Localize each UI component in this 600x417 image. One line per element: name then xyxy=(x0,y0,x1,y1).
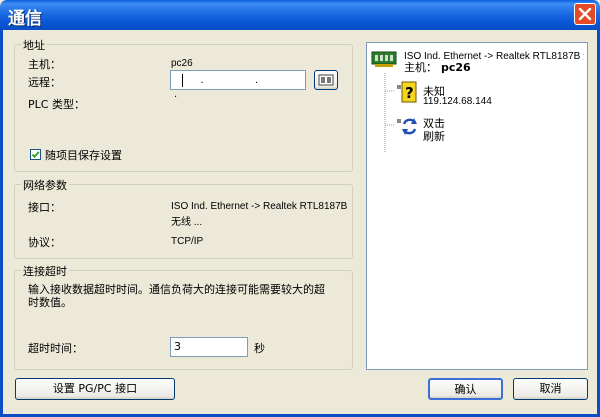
refresh-line2: 刷新 xyxy=(423,130,445,143)
unknown-ip: 119.124.68.144 xyxy=(423,96,492,107)
remote-label: 远程： xyxy=(28,76,61,89)
network-legend: 网络参数 xyxy=(21,177,69,193)
timeout-label: 超时时间： xyxy=(28,342,83,355)
browse-icon xyxy=(318,74,334,86)
timeout-description-line2: 时数值。 xyxy=(28,296,72,309)
close-button[interactable] xyxy=(574,3,596,25)
tree-host-name: pc26 xyxy=(441,61,471,74)
cancel-button[interactable]: 取消 xyxy=(513,378,588,400)
protocol-value: TCP/IP xyxy=(171,236,204,247)
window-title: 通信 xyxy=(8,9,42,29)
save-settings-checkbox[interactable] xyxy=(30,149,41,160)
refresh-icon xyxy=(397,118,417,135)
tree-item-refresh[interactable]: 双击 刷新 xyxy=(395,115,575,147)
remote-ip-field[interactable]: . . . xyxy=(170,70,306,100)
plc-type-label: PLC 类型： xyxy=(28,98,85,111)
timeout-description-line1: 输入接收数据超时时间。通信负荷大的连接可能需要较大的超 xyxy=(28,283,325,296)
interface-value-line1: ISO Ind. Ethernet -> Realtek RTL8187B xyxy=(171,201,348,212)
svg-text:?: ? xyxy=(405,84,414,102)
communication-dialog: 通信 地址 主机： pc26 远程： . . . PLC 类型： 随项目保存设置… xyxy=(0,0,600,417)
interface-value-line2: 无线 ... xyxy=(171,217,203,228)
host-value: pc26 xyxy=(171,58,193,69)
host-label: 主机： xyxy=(28,58,61,71)
setup-pgpc-button[interactable]: 设置 PG/PC 接口 xyxy=(15,378,175,400)
question-icon: ? xyxy=(397,81,417,103)
network-card-icon xyxy=(371,51,397,67)
tree-host-line: 主机： pc26 xyxy=(404,59,471,75)
ok-button[interactable]: 确认 xyxy=(428,378,503,400)
device-tree-panel[interactable]: ISO Ind. Ethernet -> Realtek RTL8187B 无 … xyxy=(366,42,588,370)
timeout-input[interactable]: 3 xyxy=(170,337,248,357)
close-icon xyxy=(578,7,592,21)
title-bar: 通信 xyxy=(0,0,600,30)
timeout-unit: 秒 xyxy=(254,342,265,355)
address-legend: 地址 xyxy=(21,37,47,53)
interface-label: 接口： xyxy=(28,201,61,214)
protocol-label: 协议： xyxy=(28,236,61,249)
checkmark-icon xyxy=(31,151,40,159)
browse-button[interactable] xyxy=(314,70,338,90)
tree-item-unknown[interactable]: ? 未知 119.124.68.144 xyxy=(395,81,575,113)
timeout-legend: 连接超时 xyxy=(21,263,69,279)
save-settings-label[interactable]: 随项目保存设置 xyxy=(45,147,122,163)
text-cursor xyxy=(182,73,183,87)
